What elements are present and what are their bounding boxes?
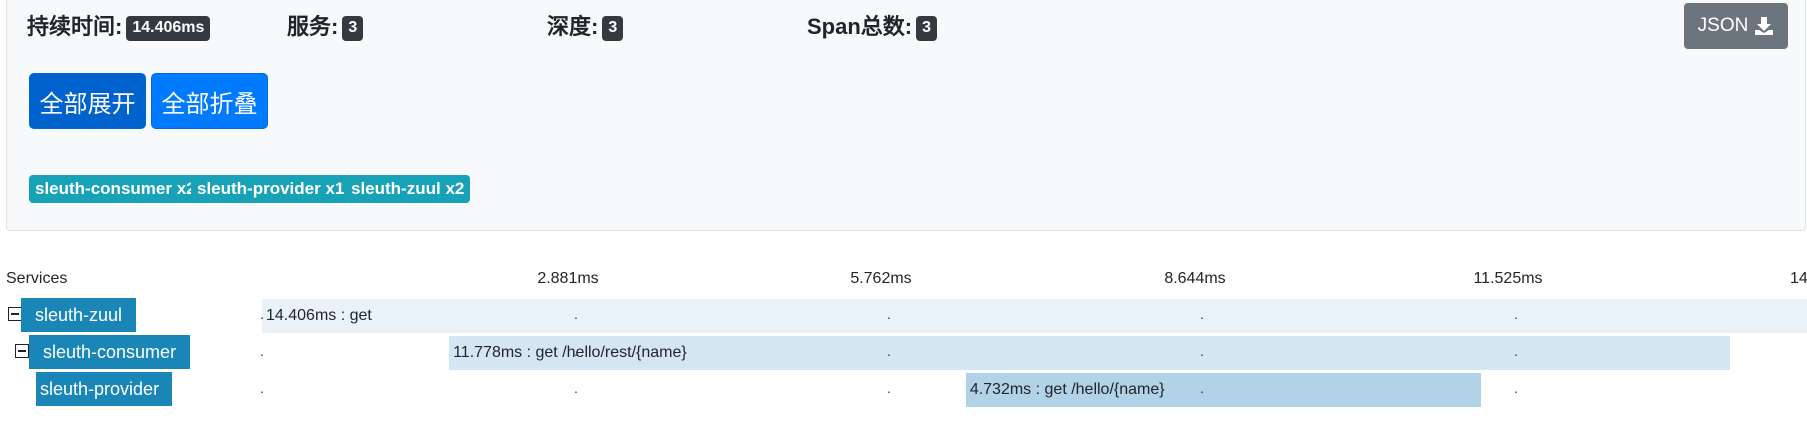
- collapse-toggle-icon[interactable]: [8, 307, 22, 321]
- tick-marker: ·: [573, 383, 579, 399]
- services-label: 服务:: [287, 14, 339, 39]
- tick-marker: ·: [886, 383, 892, 399]
- span-count-label: Span总数:: [807, 14, 913, 39]
- tick-marker: ·: [1199, 383, 1205, 399]
- trace-row-sleuth-zuul: 14.406ms : get · · · · · sleuth-zuul: [0, 298, 1807, 333]
- trace-row-sleuth-provider: 4.732ms : get /hello/{name} · · · · · sl…: [0, 372, 1807, 407]
- tick-marker: ·: [1199, 309, 1205, 325]
- service-label-sleuth-zuul[interactable]: sleuth-zuul: [21, 298, 137, 332]
- depth-badge: 3: [602, 16, 624, 41]
- tick-marker: ·: [573, 346, 579, 362]
- depth-label: 深度:: [547, 14, 599, 39]
- tick-marker: ·: [1513, 309, 1519, 325]
- trace-summary-panel: 持续时间: 14.406ms 服务: 3 深度: 3 Span总数: 3 JSON 全部…: [6, 0, 1806, 231]
- expand-all-button[interactable]: 全部展开: [29, 73, 146, 129]
- tick-label: 11.525ms: [1473, 270, 1543, 287]
- download-icon: [1755, 17, 1774, 35]
- duration-badge: 14.406ms: [126, 16, 211, 41]
- duration-stat: 持续时间: 14.406ms: [27, 9, 211, 41]
- duration-label: 持续时间:: [27, 14, 123, 39]
- collapse-toggle-icon[interactable]: [15, 344, 29, 358]
- tick-marker: ·: [259, 383, 265, 399]
- span-bar[interactable]: 11.778ms : get /hello/rest/{name}: [449, 336, 1731, 370]
- tick-marker: ·: [1513, 346, 1519, 362]
- timeline-header: Services 2.881ms 5.762ms 8.644ms 11.525m…: [0, 270, 1807, 294]
- span-count-badge: 3: [916, 16, 938, 41]
- services-badge: 3: [342, 16, 364, 41]
- tick-marker: ·: [1199, 346, 1205, 362]
- tick-label: 14.4: [1790, 270, 1807, 287]
- json-button-label: JSON: [1697, 15, 1749, 36]
- collapse-all-button[interactable]: 全部折叠: [151, 73, 268, 129]
- span-count-stat: Span总数: 3: [807, 9, 938, 41]
- tick-marker: ·: [573, 309, 579, 325]
- service-label-sleuth-consumer[interactable]: sleuth-consumer: [29, 335, 191, 369]
- tick-marker: ·: [259, 346, 265, 362]
- service-badge-sleuth-consumer[interactable]: sleuth-consumer x2: [29, 175, 202, 203]
- service-badge-sleuth-zuul[interactable]: sleuth-zuul x2: [345, 175, 471, 203]
- services-stat: 服务: 3: [287, 9, 364, 41]
- service-badge-sleuth-provider[interactable]: sleuth-provider x1: [191, 175, 351, 203]
- json-download-button[interactable]: JSON: [1684, 3, 1788, 49]
- services-column-header: Services: [6, 270, 68, 287]
- tick-label: 5.762ms: [850, 270, 912, 287]
- span-bar[interactable]: 4.732ms : get /hello/{name}: [965, 373, 1481, 407]
- trace-row-sleuth-consumer: 11.778ms : get /hello/rest/{name} · · · …: [0, 335, 1807, 370]
- span-bar[interactable]: 14.406ms : get: [262, 299, 1807, 333]
- tick-label: 2.881ms: [537, 270, 599, 287]
- tick-label: 8.644ms: [1164, 270, 1226, 287]
- tick-marker: ·: [886, 346, 892, 362]
- tick-marker: ·: [1513, 383, 1519, 399]
- tick-marker: ·: [886, 309, 892, 325]
- depth-stat: 深度: 3: [547, 9, 624, 41]
- service-label-sleuth-provider[interactable]: sleuth-provider: [36, 372, 172, 406]
- tick-marker: ·: [259, 309, 265, 325]
